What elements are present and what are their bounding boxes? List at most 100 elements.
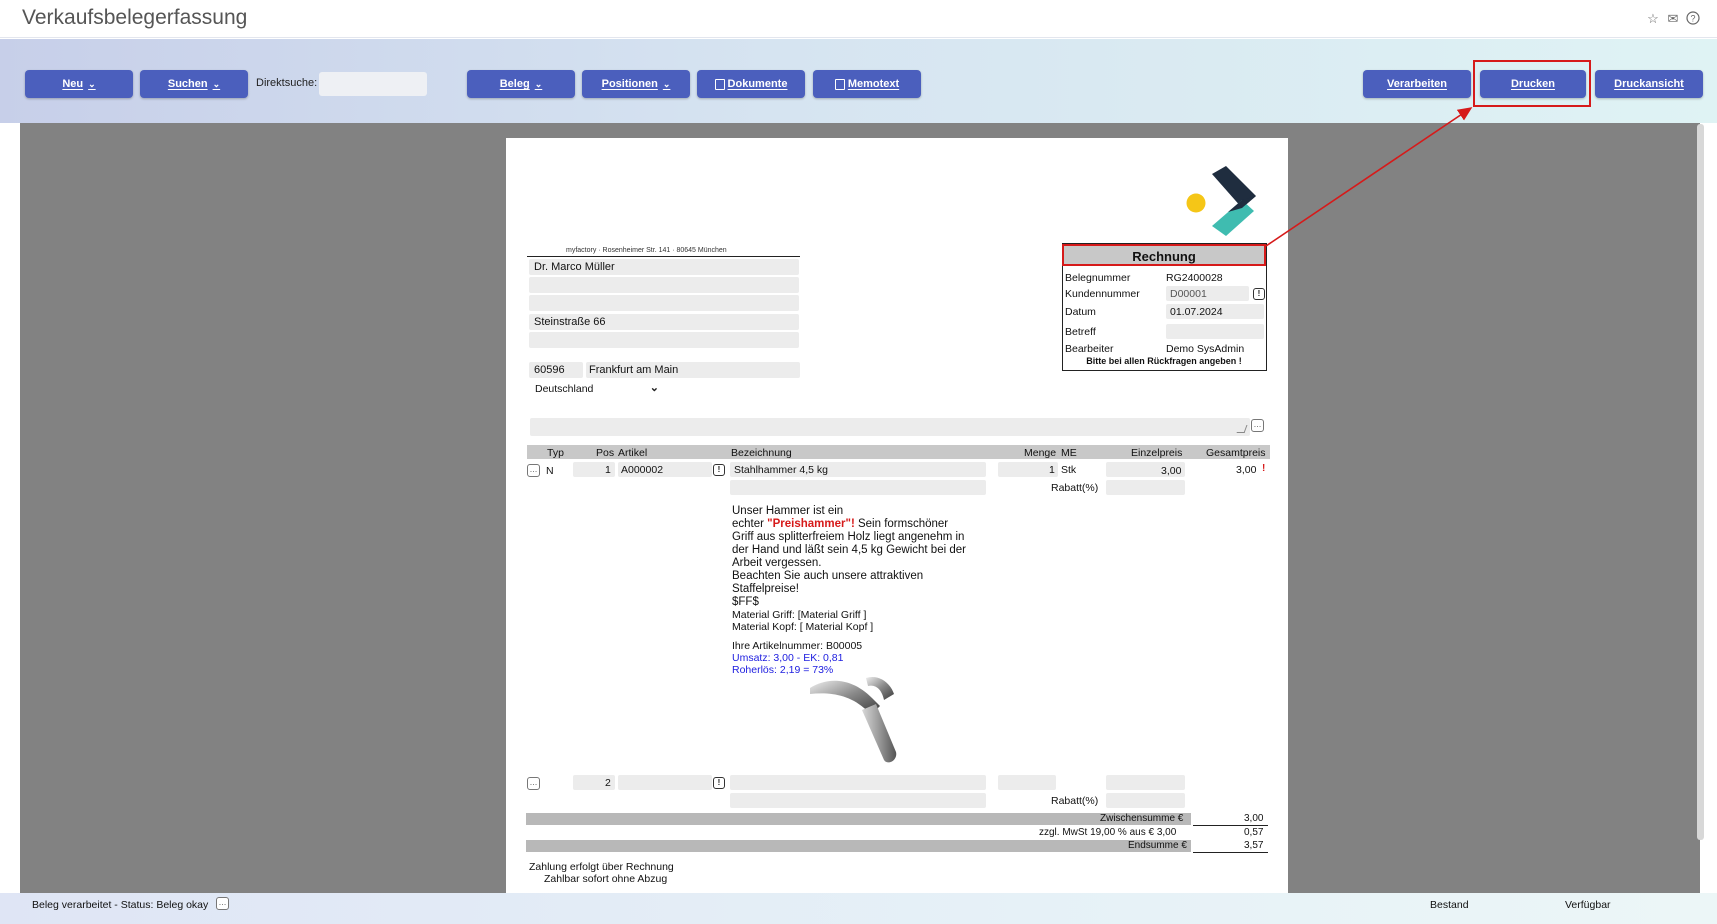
- divider: [1193, 852, 1268, 853]
- row2-rabatt-field[interactable]: [1106, 793, 1185, 808]
- info-icon[interactable]: !: [1253, 288, 1265, 300]
- recipient-street: Steinstraße 66: [534, 316, 606, 328]
- col-artikel: Artikel: [618, 447, 648, 459]
- help-icon[interactable]: ?: [1685, 11, 1701, 27]
- row-options-button[interactable]: …: [527, 464, 540, 477]
- row1-bezeichnung2-field[interactable]: [730, 480, 986, 495]
- col-typ: Typ: [547, 447, 564, 459]
- row1-rabatt-field[interactable]: [1106, 480, 1185, 495]
- row1-einzelpreis: 3,00: [1161, 465, 1182, 477]
- recipient-line3-field[interactable]: [529, 295, 799, 311]
- memotext-button[interactable]: Memotext: [813, 70, 921, 98]
- print-preview-button[interactable]: Druckansicht: [1595, 70, 1703, 98]
- recipient-line5-field[interactable]: [529, 332, 799, 348]
- status-details-button[interactable]: …: [216, 897, 229, 910]
- label-betreff: Betreff: [1065, 326, 1096, 338]
- title-bar: [0, 0, 1717, 38]
- label-belegnummer: Belegnummer: [1065, 272, 1131, 284]
- divider: [1193, 825, 1268, 826]
- new-button[interactable]: Neu ⌄: [25, 70, 133, 98]
- row1-menge: 1: [1049, 464, 1055, 476]
- svg-text:?: ?: [1690, 14, 1695, 24]
- star-icon[interactable]: ☆: [1645, 11, 1661, 27]
- memotext-button-label: Memotext: [847, 78, 900, 90]
- chevron-down-icon: ⌄: [662, 78, 671, 89]
- text-line: Material Kopf: [ Material Kopf ]: [732, 621, 874, 633]
- text-line: Material Griff: [Material Griff ]: [732, 609, 867, 621]
- col-pos: Pos: [596, 447, 615, 459]
- chevron-down-icon: ⌄: [534, 78, 543, 89]
- documents-button[interactable]: Dokumente: [697, 70, 805, 98]
- text-line: Staffelpreise!: [732, 583, 799, 595]
- subject-field[interactable]: [1166, 324, 1264, 339]
- row1-bezeichnung: Stahlhammer 4,5 kg: [734, 464, 828, 476]
- value-belegnummer: RG2400028: [1166, 272, 1223, 284]
- total-value: 3,57: [1244, 840, 1264, 851]
- text-line: der Hand und läßt sein 4,5 kg Gewicht be…: [732, 544, 966, 556]
- highlight-word: "Preishammer"!: [767, 518, 855, 530]
- clipboard-icon: [834, 78, 845, 90]
- hammer-image: [810, 676, 897, 763]
- row2-artikel-field[interactable]: [618, 775, 712, 790]
- clipboard-icon: [714, 78, 725, 90]
- row-options-button[interactable]: …: [527, 777, 540, 790]
- label-bearbeiter: Bearbeiter: [1065, 343, 1114, 355]
- text-line: $FF$: [732, 596, 759, 608]
- divider: [527, 256, 800, 257]
- city: Frankfurt am Main: [589, 364, 679, 376]
- recipient-name: Dr. Marco Müller: [534, 261, 615, 273]
- row1-typ: N: [546, 465, 554, 477]
- row2-bezeichnung-field[interactable]: [730, 775, 986, 790]
- col-me: ME: [1061, 447, 1077, 459]
- beleg-button[interactable]: Beleg ⌄: [467, 70, 575, 98]
- invoice-note: Bitte bei allen Rückfragen angeben !: [1086, 356, 1242, 366]
- recipient-line2-field[interactable]: [529, 277, 799, 293]
- scrollbar[interactable]: [1697, 124, 1704, 840]
- payment-terms: Zahlbar sofort ohne Abzug: [544, 873, 668, 885]
- direct-search-label: Direktsuche:: [256, 77, 318, 89]
- row1-rabatt-label: Rabatt(%): [1051, 482, 1099, 494]
- text-line: Unser Hammer ist ein: [732, 505, 844, 517]
- stock-label: Bestand: [1430, 899, 1469, 911]
- info-icon[interactable]: !: [713, 464, 725, 476]
- header-text-field[interactable]: [530, 418, 1250, 436]
- expand-text-button[interactable]: …: [1251, 419, 1264, 432]
- value-datum: 01.07.2024: [1170, 306, 1223, 318]
- available-label: Verfügbar: [1565, 899, 1611, 911]
- col-bezeichnung: Bezeichnung: [731, 447, 792, 459]
- subtotal-bar: [526, 813, 1191, 825]
- row1-gesamtpreis: 3,00: [1236, 464, 1257, 476]
- row2-einzelpreis-field[interactable]: [1106, 775, 1185, 790]
- text-line: Griff aus splitterfreiem Holz liegt ange…: [732, 531, 965, 543]
- row2-bezeichnung2-field[interactable]: [730, 793, 986, 808]
- country-value: Deutschland: [535, 383, 594, 395]
- print-preview-button-label: Druckansicht: [1614, 78, 1684, 90]
- positions-button[interactable]: Positionen ⌄: [582, 70, 690, 98]
- text-line: echter "Preishammer"! Sein formschöner: [732, 518, 949, 530]
- info-icon[interactable]: !: [713, 777, 725, 789]
- subtotal-value: 3,00: [1244, 813, 1264, 824]
- country-select[interactable]: Deutschland ⌄: [531, 381, 663, 397]
- row2-menge-field[interactable]: [998, 775, 1056, 790]
- print-button-highlight: [1473, 60, 1591, 107]
- new-button-label: Neu: [62, 78, 84, 90]
- search-button[interactable]: Suchen ⌄: [140, 70, 248, 98]
- text-line: Beachten Sie auch unsere attraktiven: [732, 570, 924, 582]
- total-label: Endsumme €: [1128, 840, 1187, 851]
- invoice-title: Rechnung: [1132, 249, 1196, 264]
- status-text: Beleg verarbeitet - Status: Beleg okay: [32, 899, 209, 911]
- beleg-button-label: Beleg: [499, 78, 530, 90]
- vat-label: zzgl. MwSt 19,00 % aus € 3,00: [1039, 827, 1177, 838]
- search-button-label: Suchen: [167, 78, 208, 90]
- vat-value: 0,57: [1244, 827, 1264, 838]
- text-line: Arbeit vergessen.: [732, 557, 822, 569]
- article-long-text: Unser Hammer ist ein echter "Preishammer…: [732, 505, 992, 676]
- text-line: Ihre Artikelnummer: B00005: [732, 640, 863, 652]
- direct-search-input[interactable]: [319, 72, 427, 96]
- label-kundennummer: Kundennummer: [1065, 288, 1140, 300]
- mail-icon[interactable]: ✉: [1665, 11, 1681, 27]
- chevron-down-icon: ⌄: [212, 78, 221, 89]
- zip-code: 60596: [534, 364, 565, 376]
- process-button[interactable]: Verarbeiten: [1363, 70, 1471, 98]
- col-einzelpreis: Einzelpreis: [1131, 447, 1183, 459]
